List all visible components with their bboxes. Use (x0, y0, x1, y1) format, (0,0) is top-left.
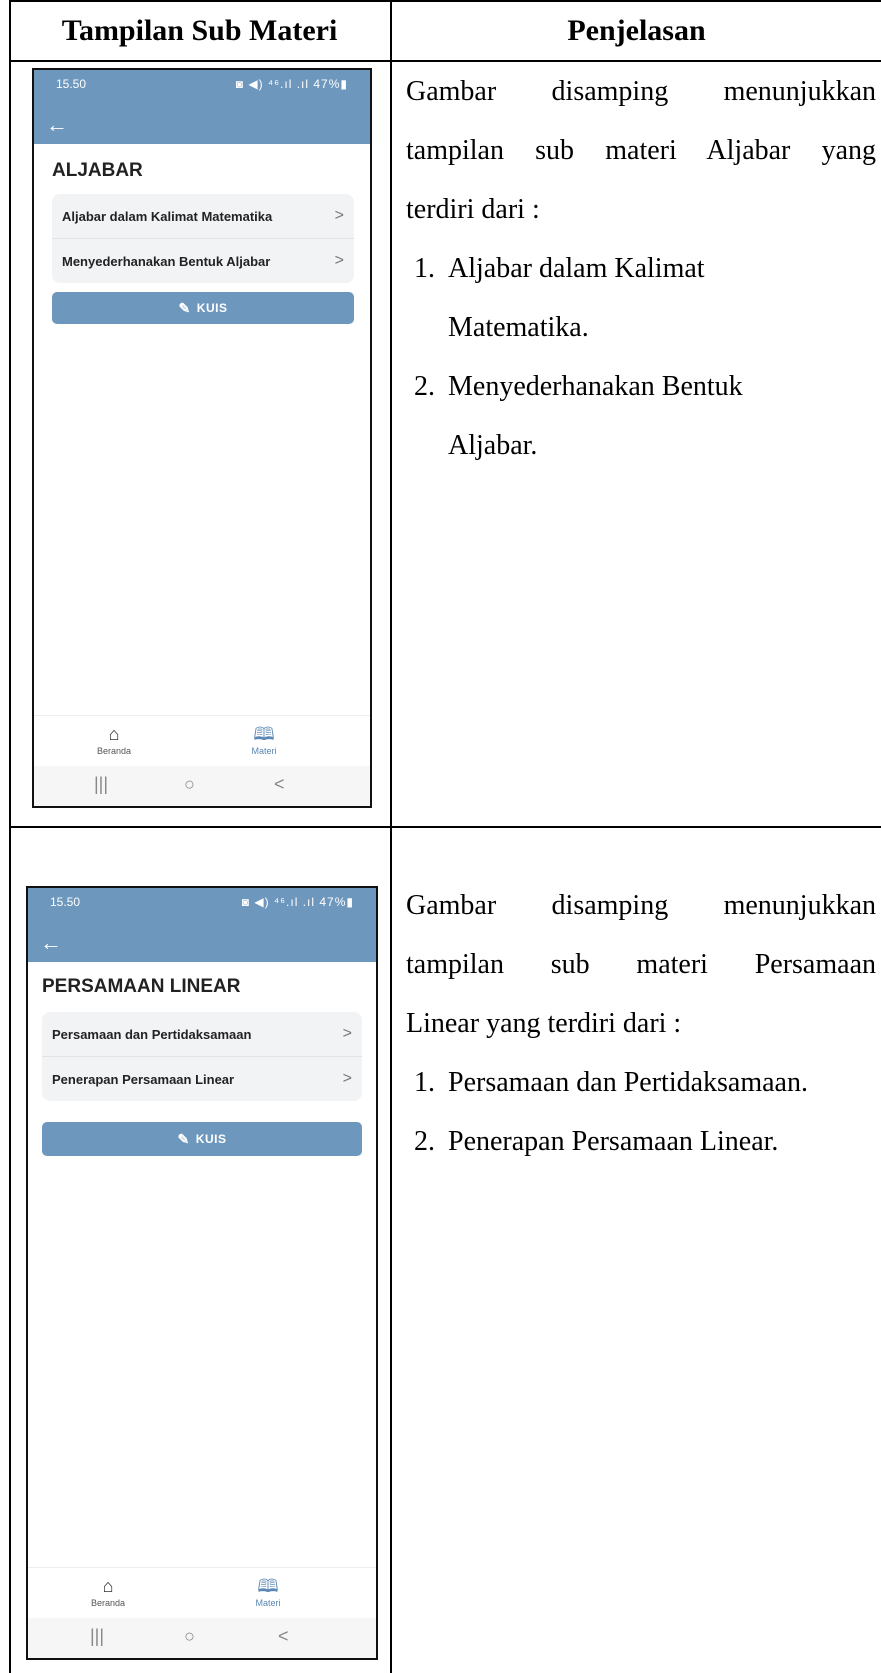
explanation-line: tampilan sub materi Persamaan (406, 949, 876, 980)
list-text: Menyederhanakan Bentuk (448, 371, 743, 402)
submateri-list: Persamaan dan Pertidaksamaan > Penerapan… (42, 1012, 362, 1101)
explanation-list: 1. Aljabar dalam Kalimat Matematika. 2. … (406, 239, 876, 475)
quiz-button[interactable]: ✎ KUIS (42, 1122, 362, 1156)
list-item[interactable]: Persamaan dan Pertidaksamaan > (42, 1012, 362, 1056)
quiz-button-label: KUIS (195, 1132, 227, 1146)
list-number: 1. (414, 253, 435, 284)
nav-beranda[interactable]: ⌂ Beranda (74, 724, 154, 756)
list-item[interactable]: Menyederhanakan Bentuk Aljabar > (52, 238, 354, 283)
list-text: Aljabar dalam Kalimat (448, 253, 705, 284)
list-item-label: Persamaan dan Pertidaksamaan (52, 1026, 252, 1042)
nav-materi[interactable]: 🕮 Materi (224, 724, 304, 756)
header-penjelasan: Penjelasan (567, 14, 706, 47)
list-item[interactable]: Aljabar dalam Kalimat Matematika > (52, 194, 354, 238)
table-border-top (9, 0, 881, 2)
explanation-list: 1. Persamaan dan Pertidaksamaan. 2. Pene… (406, 1053, 876, 1171)
list-item-label: Menyederhanakan Bentuk Aljabar (62, 253, 271, 269)
home-button-icon[interactable]: ○ (184, 774, 195, 795)
explanation-aljabar: Gambar disamping menunjukkan tampilan su… (406, 62, 876, 475)
chevron-right-icon: > (342, 1070, 352, 1087)
list-text: Persamaan dan Pertidaksamaan. (448, 1067, 808, 1098)
list-text: Matematika. (448, 312, 589, 343)
submateri-list: Aljabar dalam Kalimat Matematika > Menye… (52, 194, 354, 283)
status-bar: 15.50 ◙ ◀) ⁴⁶.ıl .ıl 47%▮ (28, 888, 376, 926)
list-number: 2. (414, 371, 435, 402)
status-time: 15.50 (50, 895, 81, 909)
chevron-right-icon: > (334, 207, 344, 224)
nav-materi[interactable]: 🕮 Materi (228, 1576, 308, 1608)
explanation-line: Gambar disamping menunjukkan (406, 890, 876, 921)
table-row-divider (9, 826, 881, 828)
table-border-left (9, 0, 11, 1673)
list-number: 2. (414, 1126, 435, 1157)
list-text: Aljabar. (448, 430, 538, 461)
home-icon: ⌂ (108, 724, 120, 744)
bottom-nav: ⌂ Beranda 🕮 Materi (28, 1567, 376, 1618)
explanation-line: Gambar disamping menunjukkan (406, 76, 876, 107)
quiz-edit-icon: ✎ (178, 299, 191, 316)
app-bar: ← (34, 108, 370, 144)
status-bar: 15.50 ◙ ◀) ⁴⁶.ıl .ıl 47%▮ (34, 70, 370, 108)
quiz-button-label: KUIS (196, 301, 228, 315)
chevron-right-icon: > (334, 252, 344, 269)
list-item: 1. Aljabar dalam Kalimat Matematika. (406, 239, 876, 357)
phone-screenshot-persamaan-linear: 15.50 ◙ ◀) ⁴⁶.ıl .ıl 47%▮ ← PERSAMAAN LI… (26, 886, 378, 1660)
nav-beranda-label: Beranda (96, 746, 132, 756)
explanation-line: tampilan sub materi Aljabar yang (406, 135, 876, 166)
system-nav-bar: ||| ○ < (28, 1618, 376, 1658)
list-item[interactable]: Penerapan Persamaan Linear > (42, 1056, 362, 1101)
chevron-right-icon: > (342, 1025, 352, 1042)
recent-apps-icon[interactable]: ||| (90, 1626, 104, 1647)
list-item: 1. Persamaan dan Pertidaksamaan. (406, 1053, 876, 1112)
explanation-line: terdiri dari : (406, 194, 540, 225)
list-number: 1. (414, 1067, 435, 1098)
arrow-left-icon[interactable]: ← (40, 928, 62, 958)
page-title: ALJABAR (52, 160, 143, 181)
book-icon: 🕮 (257, 1576, 279, 1596)
phone-screenshot-aljabar: 15.50 ◙ ◀) ⁴⁶.ıl .ıl 47%▮ ← ALJABAR Alja… (32, 68, 372, 808)
table-column-divider (390, 0, 392, 1673)
home-icon: ⌂ (102, 1576, 114, 1596)
nav-materi-label: Materi (255, 1598, 281, 1608)
status-time: 15.50 (56, 77, 87, 91)
app-bar: ← (28, 926, 376, 962)
quiz-button[interactable]: ✎ KUIS (52, 292, 354, 324)
list-item-label: Penerapan Persamaan Linear (52, 1071, 235, 1087)
list-item: 2. Menyederhanakan Bentuk Aljabar. (406, 357, 876, 475)
recent-apps-icon[interactable]: ||| (94, 774, 108, 795)
arrow-left-icon[interactable]: ← (46, 110, 68, 140)
header-tampilan-sub-materi: Tampilan Sub Materi (61, 14, 338, 47)
book-icon: 🕮 (253, 724, 275, 744)
home-button-icon[interactable]: ○ (184, 1626, 195, 1647)
nav-beranda-label: Beranda (90, 1598, 126, 1608)
page-title: PERSAMAAN LINEAR (42, 976, 241, 997)
bottom-nav: ⌂ Beranda 🕮 Materi (34, 715, 370, 766)
status-icons: ◙ ◀) ⁴⁶.ıl .ıl 47%▮ (241, 895, 354, 909)
nav-beranda[interactable]: ⌂ Beranda (68, 1576, 148, 1608)
list-item-label: Aljabar dalam Kalimat Matematika (62, 208, 273, 224)
explanation-persamaan-linear: Gambar disamping menunjukkan tampilan su… (406, 876, 876, 1171)
list-text: Penerapan Persamaan Linear. (448, 1126, 779, 1157)
nav-materi-label: Materi (251, 746, 277, 756)
quiz-edit-icon: ✎ (177, 1130, 190, 1147)
status-icons: ◙ ◀) ⁴⁶.ıl .ıl 47%▮ (235, 77, 348, 91)
back-button-icon[interactable]: < (278, 1626, 289, 1647)
explanation-line: Linear yang terdiri dari : (406, 1008, 682, 1039)
list-item: 2. Penerapan Persamaan Linear. (406, 1112, 876, 1171)
back-button-icon[interactable]: < (274, 774, 285, 795)
system-nav-bar: ||| ○ < (34, 766, 370, 806)
